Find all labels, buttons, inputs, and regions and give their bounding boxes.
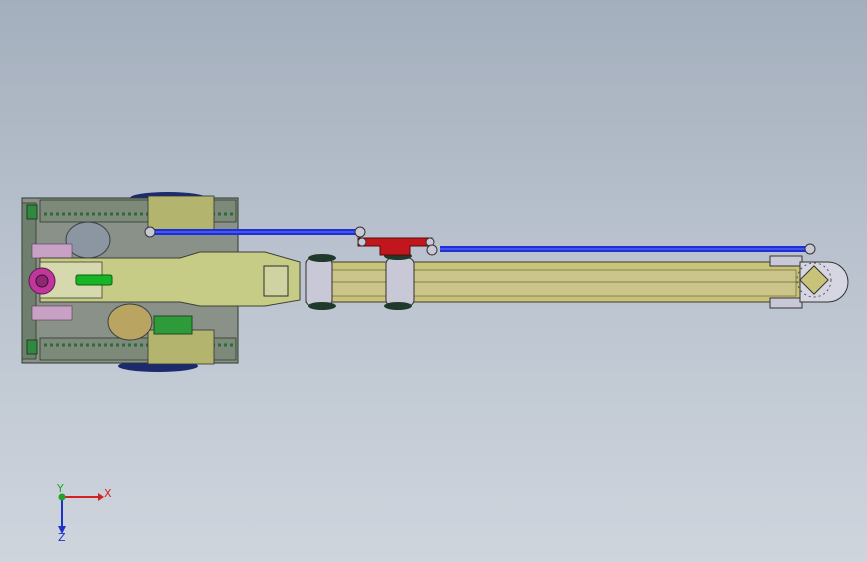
x-axis-label: X <box>104 487 112 500</box>
y-axis-label: Y <box>56 482 64 495</box>
z-axis-label: Z <box>58 531 66 544</box>
3d-viewport[interactable]: X Y Z <box>0 0 867 562</box>
orientation-triad: X Y Z <box>56 482 112 544</box>
